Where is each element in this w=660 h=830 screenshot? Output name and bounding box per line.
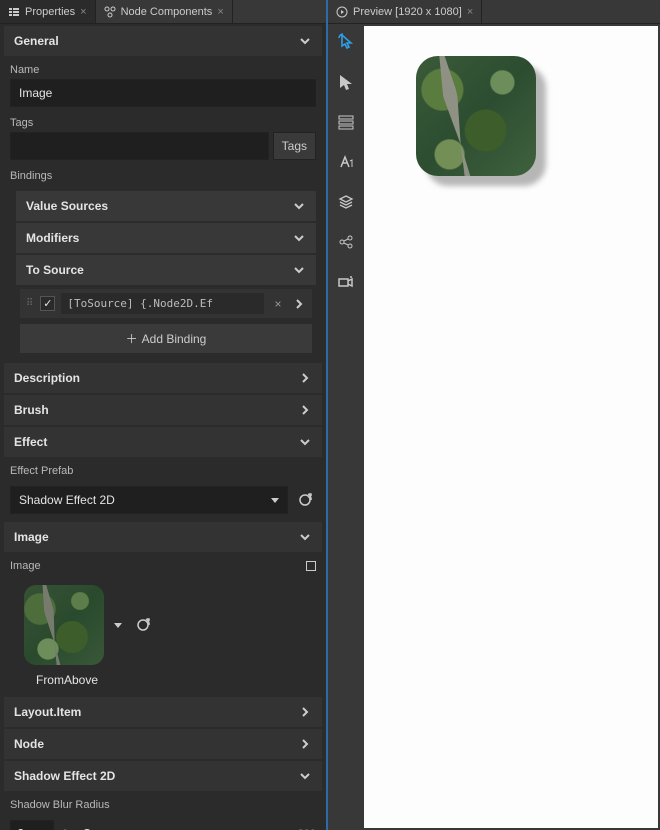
- section-general[interactable]: General: [4, 26, 322, 56]
- section-label: Shadow Effect 2D: [14, 769, 115, 783]
- plus-icon: ＋: [126, 330, 138, 347]
- tags-label: Tags: [10, 117, 316, 129]
- tab-properties-label: Properties: [25, 6, 75, 18]
- shadow-blur-radius-input[interactable]: [10, 820, 54, 830]
- section-brush[interactable]: Brush: [4, 395, 322, 425]
- locate-icon[interactable]: [294, 489, 316, 511]
- close-icon[interactable]: ×: [467, 6, 473, 18]
- binding-expression[interactable]: [ToSource] {.Node2D.Ef: [61, 293, 264, 314]
- section-label: Value Sources: [26, 199, 108, 213]
- chevron-down-icon: [298, 435, 312, 449]
- section-label: Modifiers: [26, 231, 79, 245]
- image-detail-icon[interactable]: [306, 561, 316, 571]
- play-icon: [336, 6, 348, 18]
- dropdown-icon[interactable]: [114, 623, 122, 628]
- section-description[interactable]: Description: [4, 363, 322, 393]
- camera-tool-icon[interactable]: [334, 270, 358, 294]
- share-tool-icon[interactable]: [334, 230, 358, 254]
- name-label: Name: [10, 64, 316, 76]
- close-icon[interactable]: ×: [80, 6, 86, 18]
- image-field-label: Image: [10, 560, 41, 572]
- shadow-blur-radius-label: Shadow Blur Radius: [10, 799, 316, 811]
- dropdown-icon: [271, 498, 279, 503]
- section-shadow-effect[interactable]: Shadow Effect 2D: [4, 761, 322, 791]
- effect-prefab-label: Effect Prefab: [10, 465, 316, 477]
- section-label: Brush: [14, 403, 49, 417]
- section-layout-item[interactable]: Layout.Item: [4, 697, 322, 727]
- left-tab-bar: Properties × Node Components ×: [0, 0, 326, 24]
- tab-node-components[interactable]: Node Components ×: [96, 0, 233, 23]
- close-icon[interactable]: ×: [217, 6, 223, 18]
- chevron-down-icon: [292, 199, 306, 213]
- section-label: Description: [14, 371, 80, 385]
- chevron-down-icon: [292, 263, 306, 277]
- chevron-down-icon: [292, 231, 306, 245]
- remove-binding-icon[interactable]: ×: [270, 297, 286, 311]
- shadow-blur-radius-slider[interactable]: [76, 826, 290, 830]
- locate-icon[interactable]: [132, 614, 154, 636]
- binding-row[interactable]: ⠿ ✓ [ToSource] {.Node2D.Ef ×: [20, 289, 312, 318]
- bindings-label: Bindings: [10, 170, 316, 182]
- chevron-right-icon: [298, 403, 312, 417]
- chevron-down-icon: [298, 530, 312, 544]
- tab-preview[interactable]: Preview [1920 x 1080] ×: [328, 0, 482, 23]
- chevron-down-icon: [298, 34, 312, 48]
- text-tool-icon[interactable]: [334, 150, 358, 174]
- tab-properties[interactable]: Properties ×: [0, 0, 96, 23]
- chevron-right-icon: [298, 705, 312, 719]
- section-label: General: [14, 34, 59, 48]
- preview-image: [416, 56, 536, 176]
- section-to-source[interactable]: To Source: [16, 255, 316, 285]
- add-binding-label: Add Binding: [142, 332, 207, 346]
- effect-prefab-select[interactable]: Shadow Effect 2D: [10, 486, 288, 514]
- props-icon: [8, 6, 20, 18]
- tab-node-components-label: Node Components: [121, 6, 213, 18]
- components-icon: [104, 6, 116, 18]
- chevron-down-icon: [298, 769, 312, 783]
- preview-canvas[interactable]: [364, 26, 658, 828]
- section-label: Node: [14, 737, 44, 751]
- chevron-right-icon[interactable]: [292, 297, 306, 311]
- name-input[interactable]: [10, 79, 316, 107]
- add-binding-button[interactable]: ＋ Add Binding: [20, 324, 312, 353]
- image-thumb-caption: FromAbove: [0, 669, 120, 695]
- section-node[interactable]: Node: [4, 729, 322, 759]
- section-label: To Source: [26, 263, 84, 277]
- section-label: Effect: [14, 435, 47, 449]
- right-tab-bar: Preview [1920 x 1080] ×: [328, 0, 660, 24]
- grid-tool-icon[interactable]: [334, 110, 358, 134]
- section-label: Layout.Item: [14, 705, 81, 719]
- image-thumbnail[interactable]: [24, 585, 104, 665]
- effect-prefab-value: Shadow Effect 2D: [19, 493, 115, 507]
- chevron-right-icon: [298, 737, 312, 751]
- section-effect[interactable]: Effect: [4, 427, 322, 457]
- chevron-right-icon: [298, 371, 312, 385]
- section-modifiers[interactable]: Modifiers: [16, 223, 316, 253]
- interact-tool-icon[interactable]: [334, 30, 358, 54]
- tags-button[interactable]: Tags: [273, 132, 316, 160]
- select-tool-icon[interactable]: [334, 70, 358, 94]
- section-label: Image: [14, 530, 49, 544]
- preview-toolbar: [328, 24, 364, 830]
- section-image[interactable]: Image: [4, 522, 322, 552]
- section-value-sources[interactable]: Value Sources: [16, 191, 316, 221]
- drag-handle-icon[interactable]: ⠿: [26, 298, 34, 309]
- tags-input[interactable]: [10, 132, 269, 160]
- binding-enabled-checkbox[interactable]: ✓: [40, 296, 55, 311]
- layers-tool-icon[interactable]: [334, 190, 358, 214]
- tab-preview-label: Preview [1920 x 1080]: [353, 6, 462, 18]
